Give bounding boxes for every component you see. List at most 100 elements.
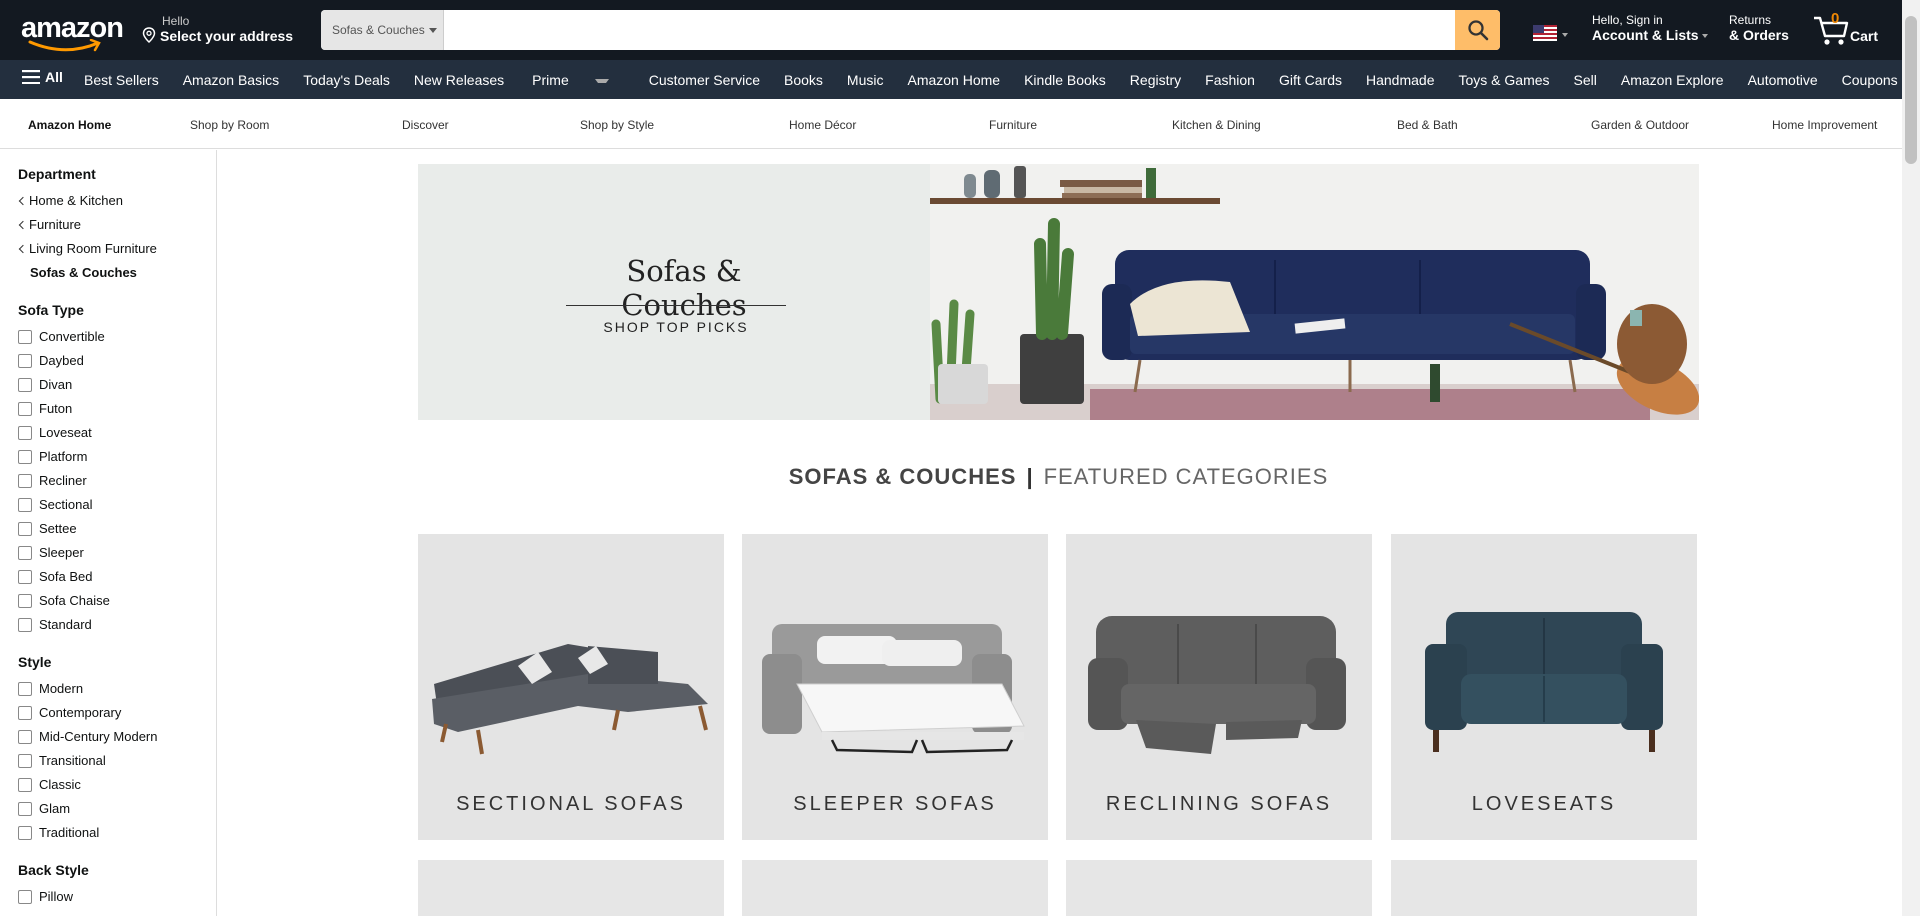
checkbox[interactable]	[18, 497, 32, 512]
nav-item-handmade[interactable]: Handmade	[1362, 72, 1439, 88]
checkbox[interactable]	[18, 681, 32, 696]
checkbox[interactable]	[18, 593, 32, 608]
hero-title: Sofas & Couches	[621, 254, 747, 322]
nav-item-sell[interactable]: Sell	[1570, 72, 1601, 88]
breadcrumb-furniture[interactable]: Furniture	[18, 217, 81, 232]
nav-item-registry[interactable]: Registry	[1126, 72, 1185, 88]
nav-item-automotive[interactable]: Automotive	[1744, 72, 1822, 88]
nav-item-todays-deals[interactable]: Today's Deals	[299, 72, 394, 88]
checkbox[interactable]	[18, 705, 32, 720]
deliver-to-address[interactable]: Hello Select your address	[138, 12, 308, 50]
checkbox[interactable]	[18, 353, 32, 368]
filter-classic[interactable]: Classic	[18, 777, 81, 792]
subnav-furniture[interactable]: Furniture	[989, 118, 1037, 132]
nav-item-gift-cards[interactable]: Gift Cards	[1275, 72, 1346, 88]
nav-item-amazon-home[interactable]: Amazon Home	[903, 72, 1004, 88]
filter-mid-century-modern[interactable]: Mid-Century Modern	[18, 729, 158, 744]
category-tile-reclining-sofas[interactable]: RECLINING SOFAS	[1066, 534, 1372, 840]
nav-item-books[interactable]: Books	[780, 72, 827, 88]
cart-button[interactable]: 0 Cart	[1810, 10, 1882, 50]
filter-sidebar: Department Home & Kitchen Furniture Livi…	[0, 150, 217, 916]
filter-label: Pillow	[39, 889, 73, 904]
checkbox[interactable]	[18, 889, 32, 904]
category-tile-partial[interactable]	[418, 860, 724, 916]
checkbox[interactable]	[18, 753, 32, 768]
category-tile-partial[interactable]	[1066, 860, 1372, 916]
filter-settee[interactable]: Settee	[18, 521, 77, 536]
category-tile-partial[interactable]	[742, 860, 1048, 916]
hero-banner[interactable]: Sofas & Couches SHOP TOP PICKS	[418, 164, 1699, 420]
subnav-shop-by-room[interactable]: Shop by Room	[190, 118, 269, 132]
nav-item-best-sellers[interactable]: Best Sellers	[80, 72, 163, 88]
amazon-logo[interactable]: amazon	[14, 6, 124, 54]
checkbox[interactable]	[18, 425, 32, 440]
subnav-discover[interactable]: Discover	[402, 118, 449, 132]
filter-transitional[interactable]: Transitional	[18, 753, 106, 768]
checkbox[interactable]	[18, 473, 32, 488]
checkbox[interactable]	[18, 521, 32, 536]
filter-recliner[interactable]: Recliner	[18, 473, 87, 488]
search-input[interactable]	[444, 10, 1455, 50]
returns-and-orders[interactable]: Returns & Orders	[1729, 13, 1789, 43]
subnav-home-decor[interactable]: Home Décor	[789, 118, 856, 132]
filter-sectional[interactable]: Sectional	[18, 497, 92, 512]
breadcrumb-living-room-furniture[interactable]: Living Room Furniture	[18, 241, 157, 256]
nav-item-amazon-explore[interactable]: Amazon Explore	[1617, 72, 1728, 88]
checkbox[interactable]	[18, 401, 32, 416]
filter-sleeper[interactable]: Sleeper	[18, 545, 84, 560]
filter-glam[interactable]: Glam	[18, 801, 70, 816]
filter-futon[interactable]: Futon	[18, 401, 72, 416]
nav-item-music[interactable]: Music	[843, 72, 888, 88]
category-tile-loveseats[interactable]: LOVESEATS	[1391, 534, 1697, 840]
subnav-shop-by-style[interactable]: Shop by Style	[580, 118, 654, 132]
scrollbar-thumb[interactable]	[1905, 16, 1917, 164]
checkbox[interactable]	[18, 545, 32, 560]
checkbox[interactable]	[18, 777, 32, 792]
all-label: All	[45, 69, 63, 85]
language-selector[interactable]	[1533, 25, 1569, 41]
filter-modern[interactable]: Modern	[18, 681, 83, 696]
category-tile-partial[interactable]	[1391, 860, 1697, 916]
checkbox[interactable]	[18, 569, 32, 584]
checkbox[interactable]	[18, 449, 32, 464]
nav-item-new-releases[interactable]: New Releases	[410, 72, 508, 88]
filter-traditional[interactable]: Traditional	[18, 825, 99, 840]
breadcrumb-home-kitchen[interactable]: Home & Kitchen	[18, 193, 123, 208]
filter-standard[interactable]: Standard	[18, 617, 92, 632]
filter-daybed[interactable]: Daybed	[18, 353, 84, 368]
search-button[interactable]	[1455, 10, 1500, 50]
checkbox[interactable]	[18, 729, 32, 744]
checkbox[interactable]	[18, 801, 32, 816]
checkbox[interactable]	[18, 377, 32, 392]
filter-pillow[interactable]: Pillow	[18, 889, 73, 904]
nav-item-coupons[interactable]: Coupons	[1838, 72, 1902, 88]
checkbox[interactable]	[18, 329, 32, 344]
nav-item-customer-service[interactable]: Customer Service	[645, 72, 764, 88]
all-menu-button[interactable]: All	[22, 69, 63, 85]
nav-item-fashion[interactable]: Fashion	[1201, 72, 1259, 88]
subnav-amazon-home[interactable]: Amazon Home	[28, 118, 111, 132]
nav-item-prime[interactable]: Prime	[524, 72, 629, 88]
subnav-garden-outdoor[interactable]: Garden & Outdoor	[1591, 118, 1689, 132]
checkbox[interactable]	[18, 617, 32, 632]
filter-divan[interactable]: Divan	[18, 377, 72, 392]
nav-item-kindle-books[interactable]: Kindle Books	[1020, 72, 1110, 88]
filter-loveseat[interactable]: Loveseat	[18, 425, 92, 440]
nav-item-amazon-basics[interactable]: Amazon Basics	[179, 72, 283, 88]
filter-label: Contemporary	[39, 705, 122, 720]
category-tile-sleeper-sofas[interactable]: SLEEPER SOFAS	[742, 534, 1048, 840]
subnav-bed-bath[interactable]: Bed & Bath	[1397, 118, 1458, 132]
filter-platform[interactable]: Platform	[18, 449, 87, 464]
category-tile-sectional-sofas[interactable]: SECTIONAL SOFAS	[418, 534, 724, 840]
subnav-home-improvement[interactable]: Home Improvement	[1772, 118, 1877, 132]
filter-contemporary[interactable]: Contemporary	[18, 705, 121, 720]
filter-sofa-chaise[interactable]: Sofa Chaise	[18, 593, 110, 608]
filter-sofa-bed[interactable]: Sofa Bed	[18, 569, 93, 584]
page-scrollbar[interactable]	[1902, 0, 1920, 916]
nav-item-toys-games[interactable]: Toys & Games	[1454, 72, 1553, 88]
account-and-lists[interactable]: Hello, Sign in Account & Lists	[1592, 13, 1708, 43]
subnav-kitchen-dining[interactable]: Kitchen & Dining	[1172, 118, 1261, 132]
checkbox[interactable]	[18, 825, 32, 840]
filter-convertible[interactable]: Convertible	[18, 329, 105, 344]
search-category-dropdown[interactable]: Sofas & Couches	[321, 10, 444, 50]
